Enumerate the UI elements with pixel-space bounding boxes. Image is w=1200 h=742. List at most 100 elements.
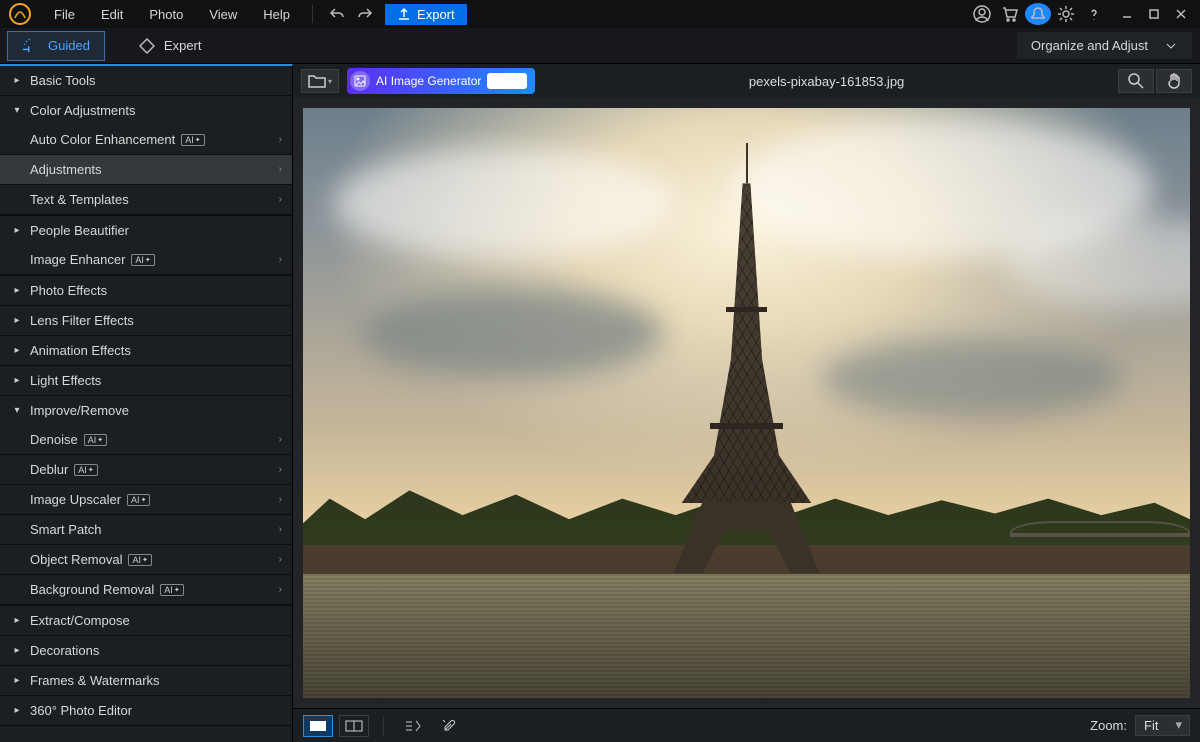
view-single-button[interactable]: [303, 715, 333, 737]
sidebar-section-basic-tools[interactable]: ▸Basic Tools: [0, 66, 292, 95]
sidebar-item-image-upscaler[interactable]: Image UpscalerAI›: [0, 485, 292, 515]
separator: [312, 5, 313, 23]
sidebar-section-decorations[interactable]: ▸Decorations: [0, 636, 292, 665]
sidebar-item-text-templates[interactable]: Text & Templates›: [0, 185, 292, 215]
notification-icon[interactable]: [1025, 3, 1051, 25]
chevron-right-icon: ›: [279, 524, 282, 535]
sidebar-section-lens-filter-effects[interactable]: ▸ Lens Filter Effects: [0, 306, 292, 335]
item-label: Adjustments: [30, 162, 279, 177]
sidebar: ▸Basic Tools ▾ Color Adjustments Auto Color…: [0, 64, 293, 742]
image-canvas[interactable]: [303, 108, 1190, 698]
chevron-icon: ▸: [10, 705, 24, 716]
editor-toolbar: ▾ AI Image Generator BETA pexels-pixabay…: [293, 64, 1200, 98]
item-label: Image EnhancerAI: [30, 252, 279, 267]
ai-badge: AI: [128, 554, 151, 566]
chevron-right-icon: ›: [279, 584, 282, 595]
organize-dropdown[interactable]: Organize and Adjust: [1017, 32, 1192, 59]
chevron-icon: ▾: [10, 405, 24, 416]
bottom-bar: Zoom: Fit: [293, 708, 1200, 742]
item-label: Background RemovalAI: [30, 582, 279, 597]
item-label: Object RemovalAI: [30, 552, 279, 567]
zoom-dropdown[interactable]: Fit: [1135, 715, 1190, 736]
chevron-right-icon: ›: [279, 164, 282, 175]
zoom-tool-button[interactable]: [1118, 69, 1154, 93]
chevron-down-icon: [1164, 39, 1178, 53]
sidebar-section-people-beautifier[interactable]: ▸People Beautifier: [0, 216, 292, 245]
account-icon[interactable]: [969, 3, 995, 25]
sidebar-item-adjustments[interactable]: Adjustments›: [0, 155, 292, 185]
maximize-button[interactable]: [1141, 3, 1167, 25]
chevron-right-icon: ›: [279, 464, 282, 475]
menu-photo[interactable]: Photo: [137, 3, 195, 26]
sidebar-item-smart-patch[interactable]: Smart Patch›: [0, 515, 292, 545]
chevron-right-icon: ›: [279, 134, 282, 145]
chevron-icon: ▸: [10, 675, 24, 686]
menu-file[interactable]: File: [42, 3, 87, 26]
sidebar-item-background-removal[interactable]: Background RemovalAI›: [0, 575, 292, 605]
settings-icon[interactable]: [1053, 3, 1079, 25]
section-label: Improve/Remove: [30, 403, 282, 418]
export-button[interactable]: Export: [385, 4, 467, 25]
organize-label: Organize and Adjust: [1031, 38, 1148, 53]
sidebar-item-auto-color-enhancement[interactable]: Auto Color EnhancementAI›: [0, 125, 292, 155]
undo-button[interactable]: [324, 3, 350, 25]
chevron-right-icon: ›: [279, 494, 282, 505]
help-icon[interactable]: [1081, 3, 1107, 25]
menu-help[interactable]: Help: [251, 3, 302, 26]
chevron-icon: ▸: [10, 315, 24, 326]
minimize-button[interactable]: [1114, 3, 1140, 25]
ai-badge: AI: [160, 584, 183, 596]
mode-expert[interactable]: Expert: [124, 32, 216, 60]
menu-edit[interactable]: Edit: [89, 3, 135, 26]
chevron-icon: ▸: [10, 285, 24, 296]
mode-guided-label: Guided: [48, 38, 90, 53]
menu-view[interactable]: View: [197, 3, 249, 26]
mode-expert-label: Expert: [164, 38, 202, 53]
section-label: Lens Filter Effects: [30, 313, 282, 328]
sidebar-section-extract-compose[interactable]: ▸ Extract/Compose: [0, 606, 292, 635]
close-button[interactable]: [1168, 3, 1194, 25]
compare-button[interactable]: [398, 715, 428, 737]
menu-bar: File Edit Photo View Help: [42, 3, 302, 26]
section-label: Color Adjustments: [30, 103, 282, 118]
app-logo: [6, 0, 34, 28]
chevron-icon: ▸: [10, 645, 24, 656]
item-label: Smart Patch: [30, 522, 279, 537]
chevron-icon: ▸: [10, 345, 24, 356]
sidebar-item-deblur[interactable]: DeblurAI›: [0, 455, 292, 485]
pan-tool-button[interactable]: [1156, 69, 1192, 93]
editor-area: ▾ AI Image Generator BETA pexels-pixabay…: [293, 64, 1200, 742]
sidebar-section-360-photo-editor[interactable]: ▸360° Photo Editor: [0, 696, 292, 725]
sidebar-item-image-enhancer[interactable]: Image EnhancerAI›: [0, 245, 292, 275]
mode-guided[interactable]: Guided: [8, 32, 104, 60]
redo-button[interactable]: [352, 3, 378, 25]
ai-gen-label: AI Image Generator: [376, 74, 481, 88]
ai-badge: AI: [74, 464, 97, 476]
filename-label: pexels-pixabay-161853.jpg: [543, 74, 1110, 89]
wand-icon: [22, 37, 40, 55]
sidebar-section-improve-remove[interactable]: ▾ Improve/Remove: [0, 396, 292, 425]
eyedropper-button[interactable]: [434, 715, 464, 737]
sidebar-section-photo-effects[interactable]: ▸Photo Effects: [0, 276, 292, 305]
ai-badge: AI: [131, 254, 154, 266]
view-split-button[interactable]: [339, 715, 369, 737]
cart-icon[interactable]: [997, 3, 1023, 25]
image-icon: [350, 71, 370, 91]
chevron-icon: ▸: [10, 75, 24, 86]
sidebar-section-light-effects[interactable]: ▸Light Effects: [0, 366, 292, 395]
chevron-right-icon: ›: [279, 434, 282, 445]
section-label: Frames & Watermarks: [30, 673, 282, 688]
open-folder-button[interactable]: ▾: [301, 69, 339, 93]
chevron-icon: ▸: [10, 615, 24, 626]
ai-image-generator-button[interactable]: AI Image Generator BETA: [347, 68, 535, 94]
sidebar-section-frames-watermarks[interactable]: ▸ Frames & Watermarks: [0, 666, 292, 695]
sidebar-item-object-removal[interactable]: Object RemovalAI›: [0, 545, 292, 575]
sidebar-item-denoise[interactable]: DenoiseAI›: [0, 425, 292, 455]
chevron-icon: ▾: [10, 105, 24, 116]
ai-badge: AI: [127, 494, 150, 506]
section-label: Extract/Compose: [30, 613, 282, 628]
sidebar-section-animation-effects[interactable]: ▸Animation Effects: [0, 336, 292, 365]
chevron-right-icon: ›: [279, 194, 282, 205]
chevron-right-icon: ›: [279, 254, 282, 265]
sidebar-section-color-adjustments[interactable]: ▾ Color Adjustments: [0, 96, 292, 125]
